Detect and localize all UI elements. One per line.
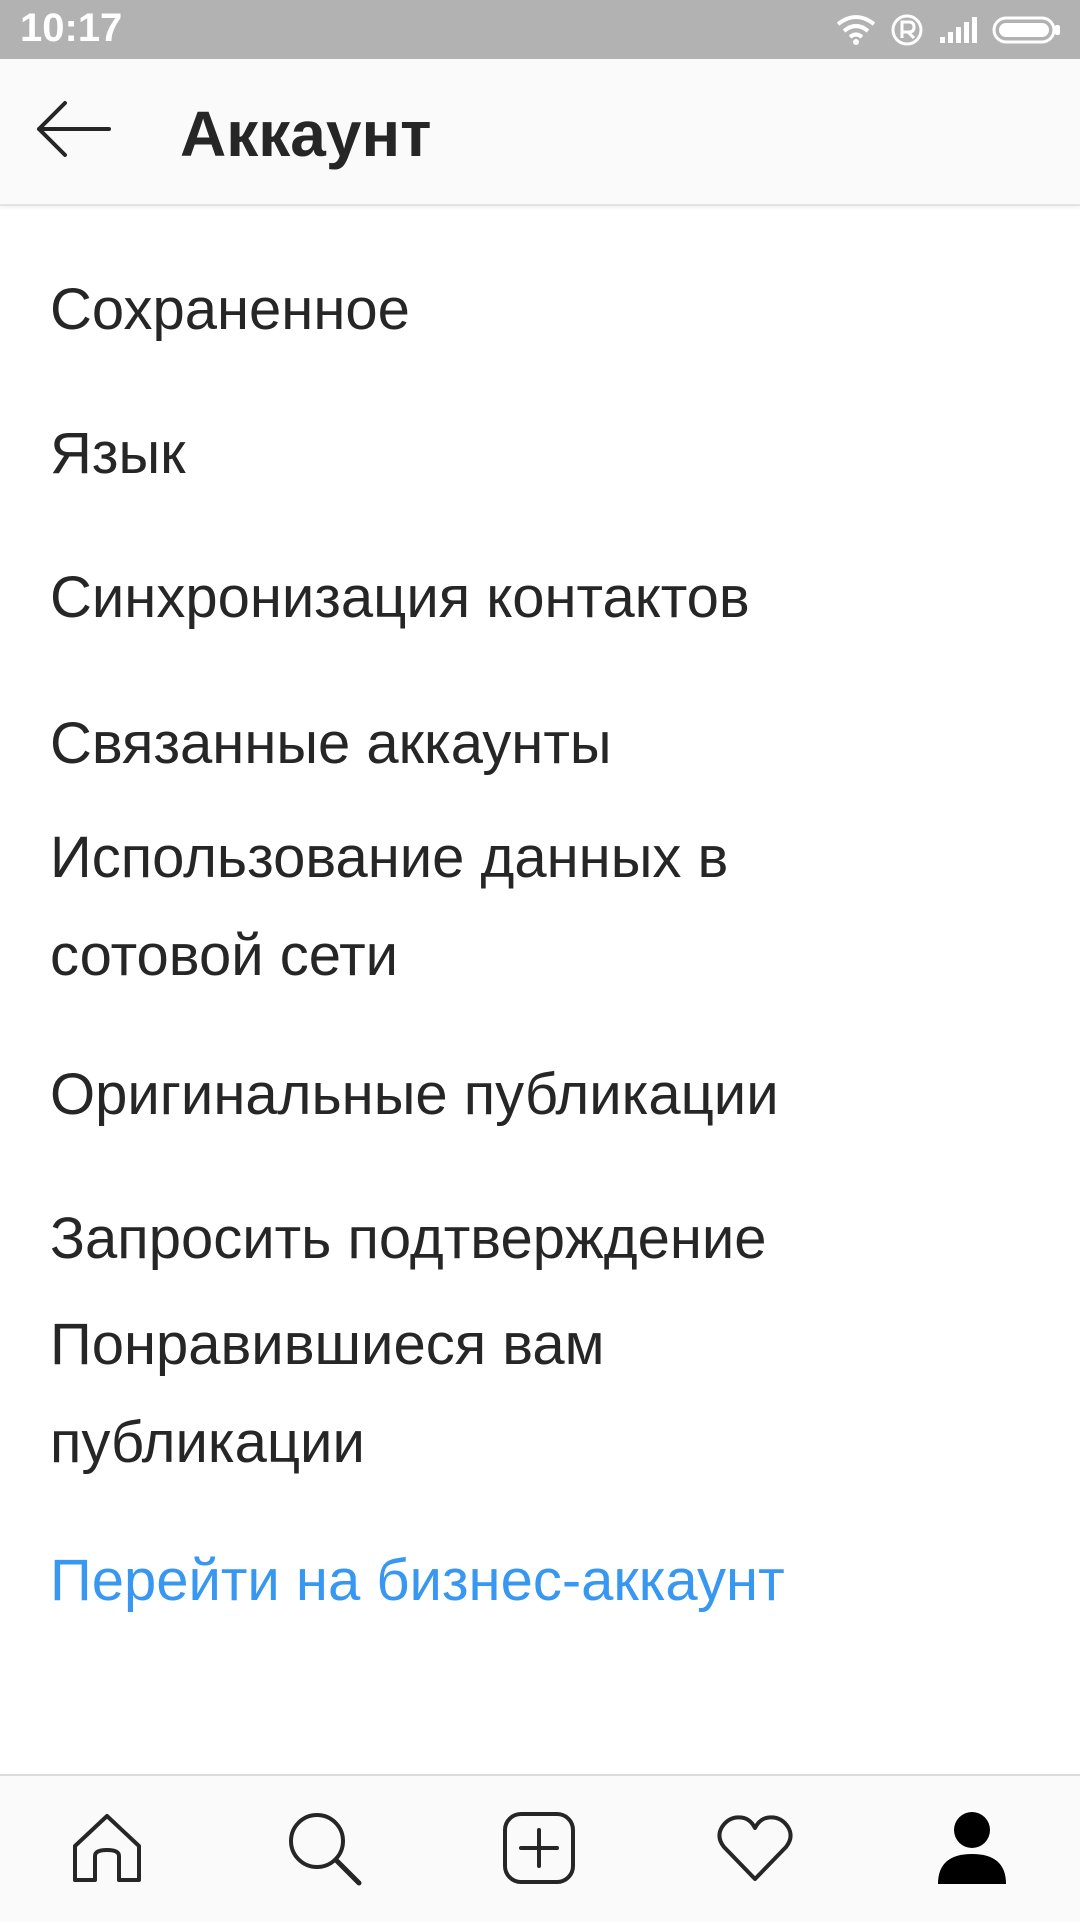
menu-item-request-verification[interactable]: Запросить подтверждение xyxy=(50,1190,1050,1288)
nav-search-button[interactable] xyxy=(284,1810,364,1890)
home-icon xyxy=(69,1810,145,1891)
menu-item-saved[interactable]: Сохраненное xyxy=(50,261,1050,359)
registered-icon xyxy=(890,13,924,47)
arrow-left-icon xyxy=(33,99,113,164)
nav-home-button[interactable] xyxy=(67,1810,147,1890)
status-icons xyxy=(836,12,1062,48)
menu-item-cellular-data[interactable]: Использование данных в сотовой сети xyxy=(50,809,930,1005)
nav-activity-button[interactable] xyxy=(715,1810,795,1890)
add-post-icon xyxy=(501,1810,577,1891)
battery-icon xyxy=(992,15,1062,45)
menu-item-contacts-sync[interactable]: Синхронизация контактов xyxy=(50,549,1050,647)
menu-item-liked-posts[interactable]: Понравившиеся вам публикации xyxy=(50,1296,810,1492)
menu-item-language[interactable]: Язык xyxy=(50,405,1050,503)
page-title: Аккаунт xyxy=(180,98,432,170)
profile-icon xyxy=(934,1810,1010,1891)
back-button[interactable] xyxy=(28,95,118,167)
bottom-nav xyxy=(0,1774,1080,1922)
menu-item-linked-accounts[interactable]: Связанные аккаунты xyxy=(50,695,1050,793)
app-bar: Аккаунт xyxy=(0,59,1080,206)
status-time: 10:17 xyxy=(20,6,123,50)
nav-profile-button[interactable] xyxy=(932,1810,1012,1890)
nav-add-button[interactable] xyxy=(499,1810,579,1890)
menu-item-original-posts[interactable]: Оригинальные публикации xyxy=(50,1046,1050,1144)
switch-to-business-link[interactable]: Перейти на бизнес-аккаунт xyxy=(50,1532,1050,1630)
wifi-icon xyxy=(836,14,876,46)
search-icon xyxy=(285,1809,363,1892)
heart-icon xyxy=(716,1813,794,1888)
signal-icon xyxy=(938,15,978,45)
status-bar: 10:17 xyxy=(0,0,1080,59)
